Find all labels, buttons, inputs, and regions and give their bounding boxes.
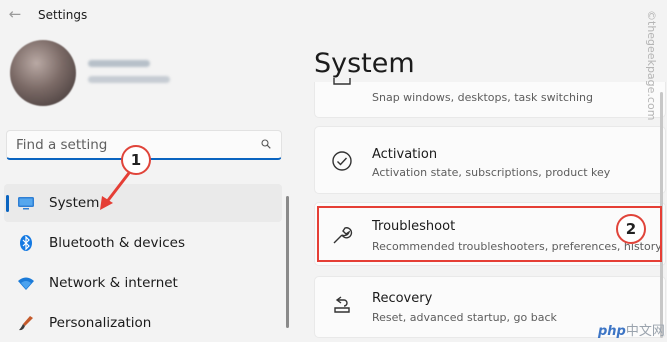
sidebar-item-bluetooth[interactable]: Bluetooth & devices (4, 224, 282, 262)
card-title: Recovery (372, 291, 433, 306)
card-description: Activation state, subscriptions, product… (372, 166, 611, 179)
step-2-badge: 2 (616, 214, 646, 244)
back-arrow-icon[interactable]: ← (6, 5, 24, 23)
checkmark-circle-icon (332, 151, 352, 171)
page-title: System (314, 48, 415, 79)
window-title: Settings (38, 8, 88, 22)
recovery-icon (334, 296, 350, 313)
step-1-arrow-icon (100, 172, 131, 210)
card-title: Activation (372, 147, 438, 162)
multitasking-icon (333, 78, 351, 85)
system-monitor-icon (18, 197, 34, 210)
sidebar-item-label: Personalization (49, 315, 152, 331)
bluetooth-icon (20, 235, 32, 251)
paintbrush-icon (19, 316, 33, 331)
sidebar-scrollbar[interactable] (286, 196, 289, 328)
card-description: Snap windows, desktops, task switching (372, 91, 594, 104)
sidebar-item-personalization[interactable]: Personalization (4, 304, 282, 342)
search-icon (261, 139, 271, 149)
wifi-icon (18, 277, 34, 290)
php-logo: php中文网 (598, 324, 665, 339)
sidebar-item-label: System (49, 195, 100, 211)
user-email-blurred (88, 76, 170, 83)
selection-indicator (6, 195, 9, 212)
sidebar-item-label: Network & internet (49, 275, 178, 291)
sidebar-item-network[interactable]: Network & internet (4, 264, 282, 302)
settings-card-multitasking[interactable]: Snap windows, desktops, task switching (314, 78, 666, 118)
sidebar-item-label: Bluetooth & devices (49, 235, 186, 251)
card-description: Reset, advanced startup, go back (372, 311, 557, 324)
avatar[interactable] (10, 40, 76, 106)
search-placeholder: Find a setting (16, 137, 108, 153)
user-name-blurred (88, 60, 150, 67)
sidebar-item-system[interactable]: System (4, 184, 282, 222)
settings-card-activation[interactable]: Activation Activation state, subscriptio… (314, 126, 666, 194)
troubleshoot-highlight-box (317, 206, 662, 262)
watermark: ©thegeekpage.com (645, 10, 658, 121)
